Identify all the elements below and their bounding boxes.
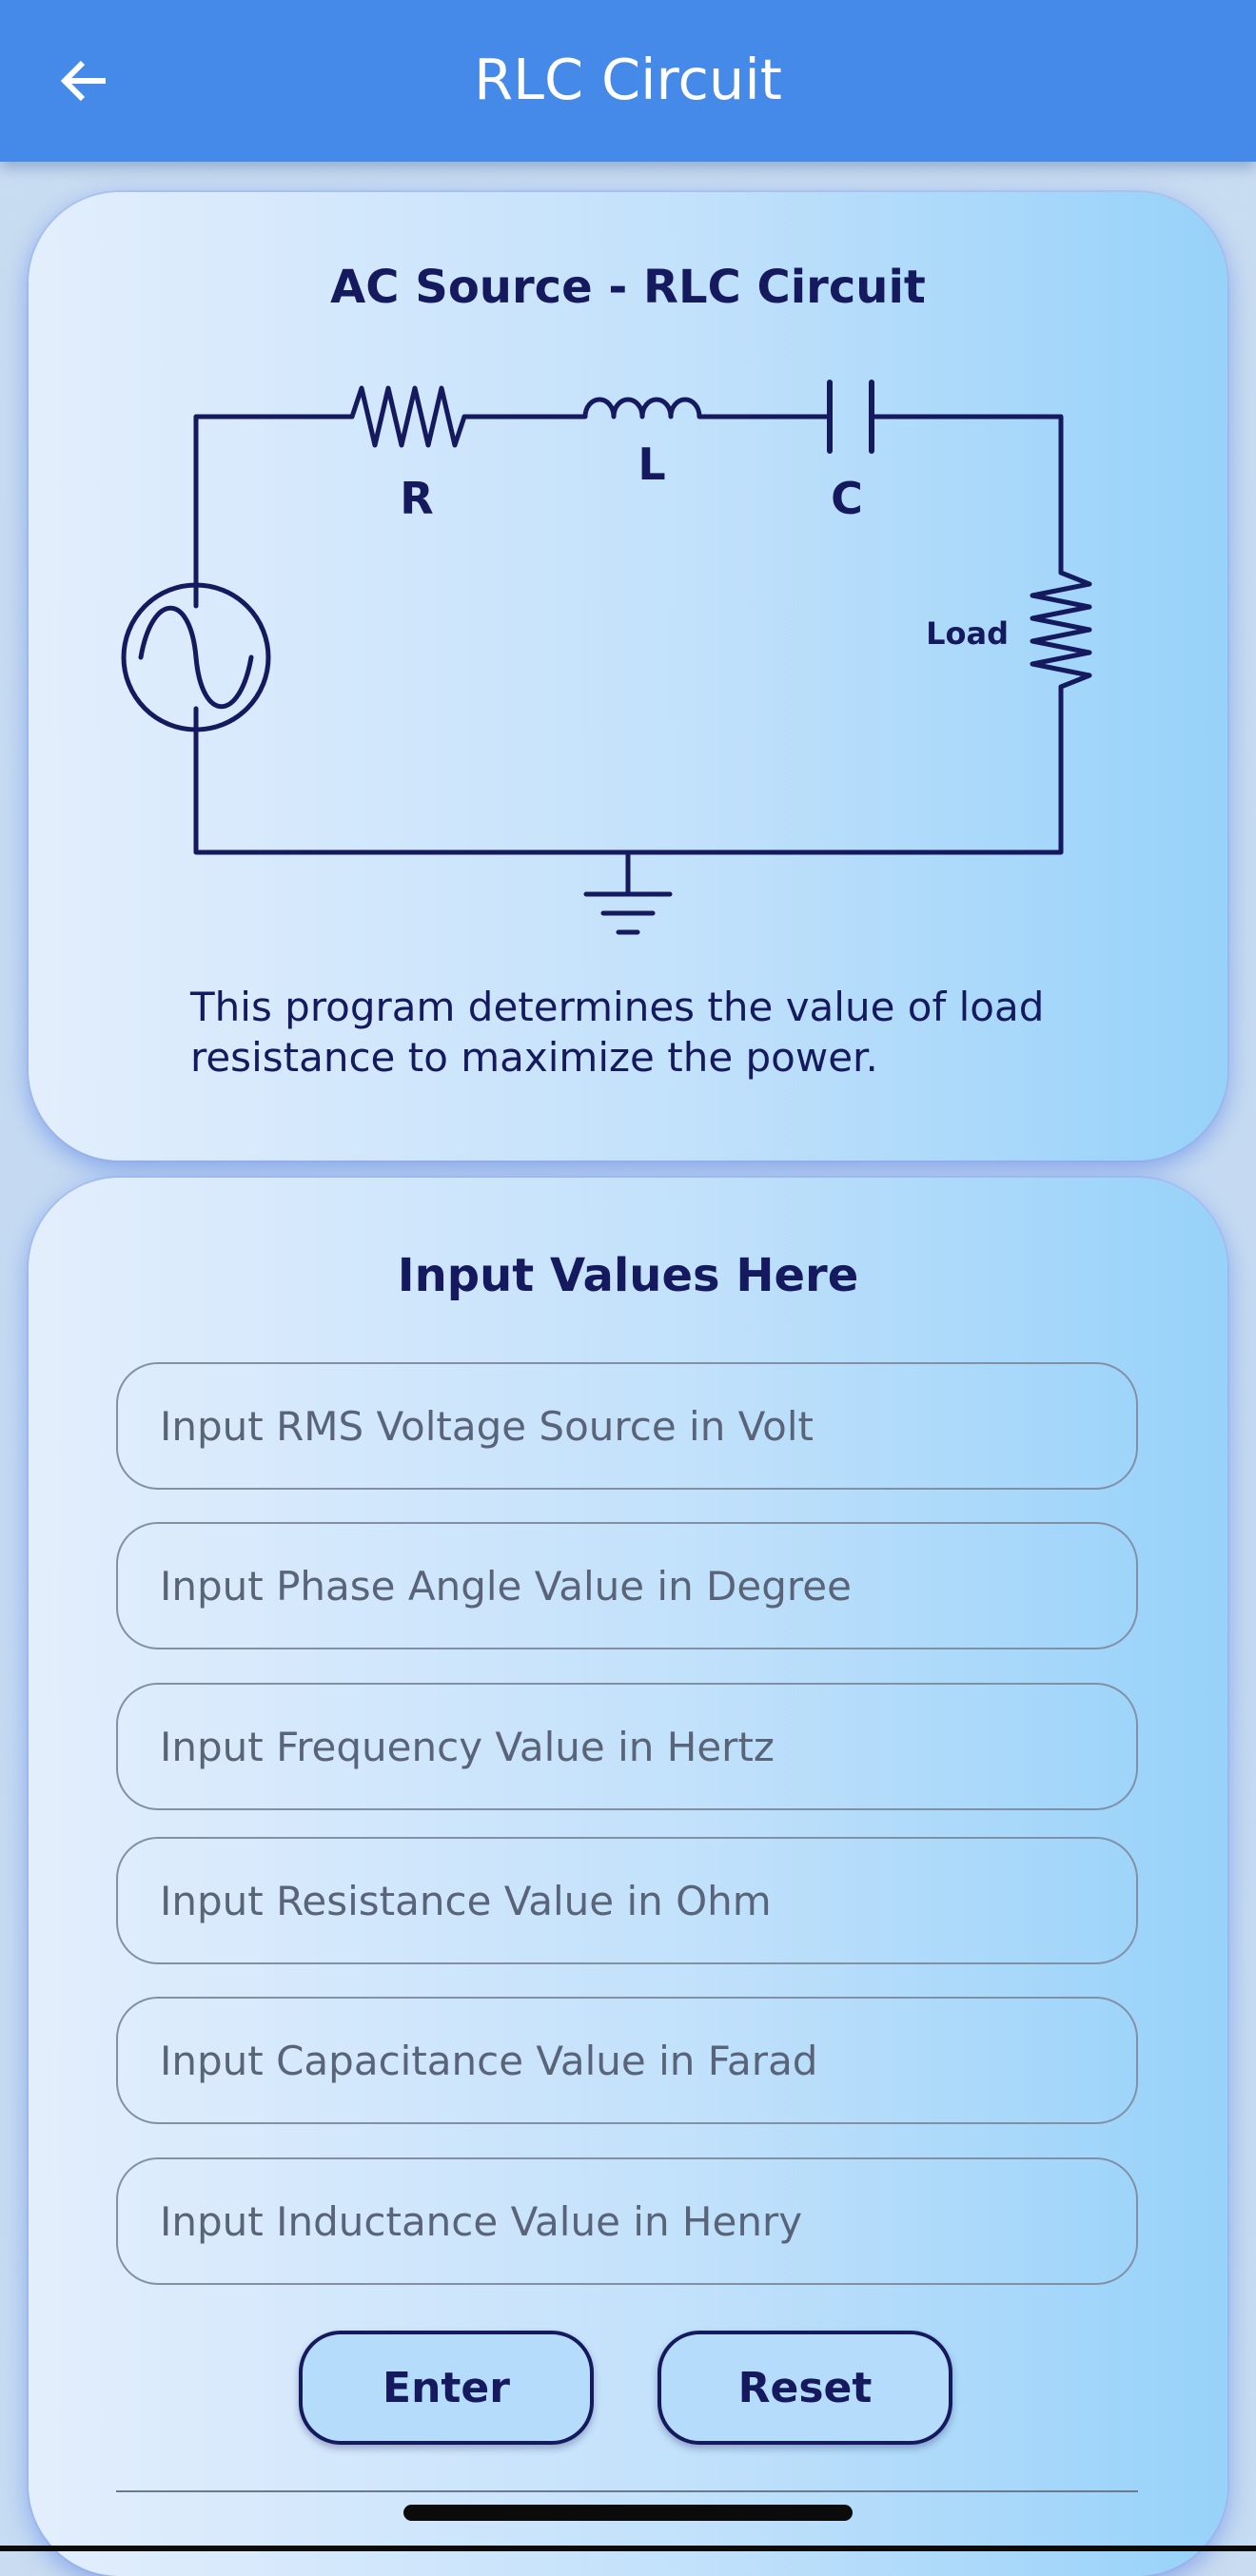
capacitance-input[interactable] (116, 1997, 1138, 2124)
circuit-card: AC Source - RLC Circuit R L C Load This … (29, 192, 1227, 1161)
divider (116, 2490, 1138, 2492)
inductor-symbol (578, 397, 707, 420)
home-indicator[interactable] (403, 2505, 853, 2521)
inductance-input[interactable] (116, 2157, 1138, 2285)
frequency-input[interactable] (116, 1683, 1138, 1810)
input-card-title: Input Values Here (397, 1249, 859, 1302)
capacitor-label: C (831, 473, 863, 524)
phase-angle-input[interactable] (116, 1522, 1138, 1649)
ground-symbol (583, 849, 673, 935)
load-label: Load (926, 615, 1009, 652)
page-title: RLC Circuit (474, 47, 782, 112)
rlc-circuit-diagram: R L C Load (121, 380, 1092, 935)
inductor-label: L (638, 439, 665, 490)
reset-button[interactable]: Reset (657, 2331, 952, 2445)
input-card: Input Values Here Enter Reset (29, 1178, 1227, 2576)
load-resistor-symbol (1030, 570, 1092, 695)
app-bar: RLC Circuit (0, 0, 1256, 162)
enter-button[interactable]: Enter (299, 2331, 594, 2445)
sine-wave-symbol (138, 605, 254, 710)
resistor-label: R (400, 473, 433, 524)
rms-voltage-input[interactable] (116, 1362, 1138, 1490)
resistance-input[interactable] (116, 1837, 1138, 1964)
screen-bottom-edge (0, 2546, 1256, 2551)
resistor-symbol (349, 385, 474, 448)
circuit-description: This program determines the value of loa… (190, 984, 1045, 1081)
